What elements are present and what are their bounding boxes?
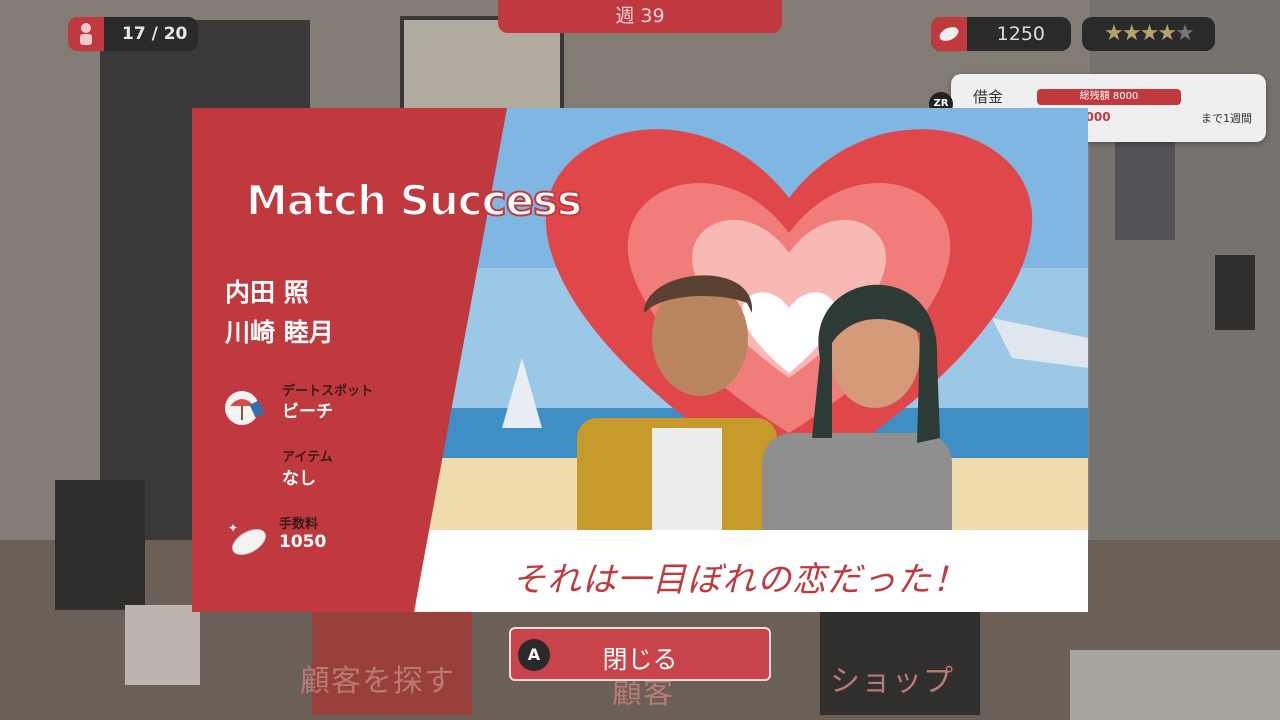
loan-remaining-bar: 総残額 8000 [1037,89,1181,105]
menu-shop[interactable]: ショップ [830,656,954,700]
loan-label: 借金 [973,88,1004,106]
close-button-label: 閉じる [602,645,678,674]
matched-person-2: 川崎 睦月 [225,318,334,347]
coin-fee-icon: ✦ [228,521,266,555]
close-button[interactable]: A 閉じる [509,627,771,681]
matched-person-1: 内田 照 [225,278,309,307]
money-badge: 1250 [931,17,1071,51]
match-result-title: Match Success [245,175,583,226]
fee-label: 手数料 [279,517,319,532]
week-indicator: 週 39 [498,0,782,33]
match-tagline: それは一目ぼれの恋だった！ [512,560,967,600]
date-spot-value: ビーチ [282,402,333,422]
money-amount: 1250 [996,23,1045,45]
star-icon: ★ [1157,21,1177,46]
loan-due-text: まで1週間 [1201,112,1252,125]
customer-count-badge: 17 / 20 [68,17,198,51]
star-icon: ★ [1104,21,1124,46]
person-icon [68,17,104,51]
beach-umbrella-icon [225,391,265,425]
svg-text:✦: ✦ [228,521,238,535]
item-label: アイテム [282,450,333,465]
item-value: なし [282,469,316,489]
star-half-icon: ★ [1175,21,1195,46]
fee-value: 1050 [279,532,327,552]
coin-icon [931,17,967,51]
rating-stars: ★★★★★ [1082,17,1215,51]
star-icon: ★ [1139,21,1160,46]
menu-find-customers[interactable]: 顧客を探す [300,656,455,700]
star-icon: ★ [1121,21,1142,46]
customer-count-text: 17 / 20 [122,24,188,44]
